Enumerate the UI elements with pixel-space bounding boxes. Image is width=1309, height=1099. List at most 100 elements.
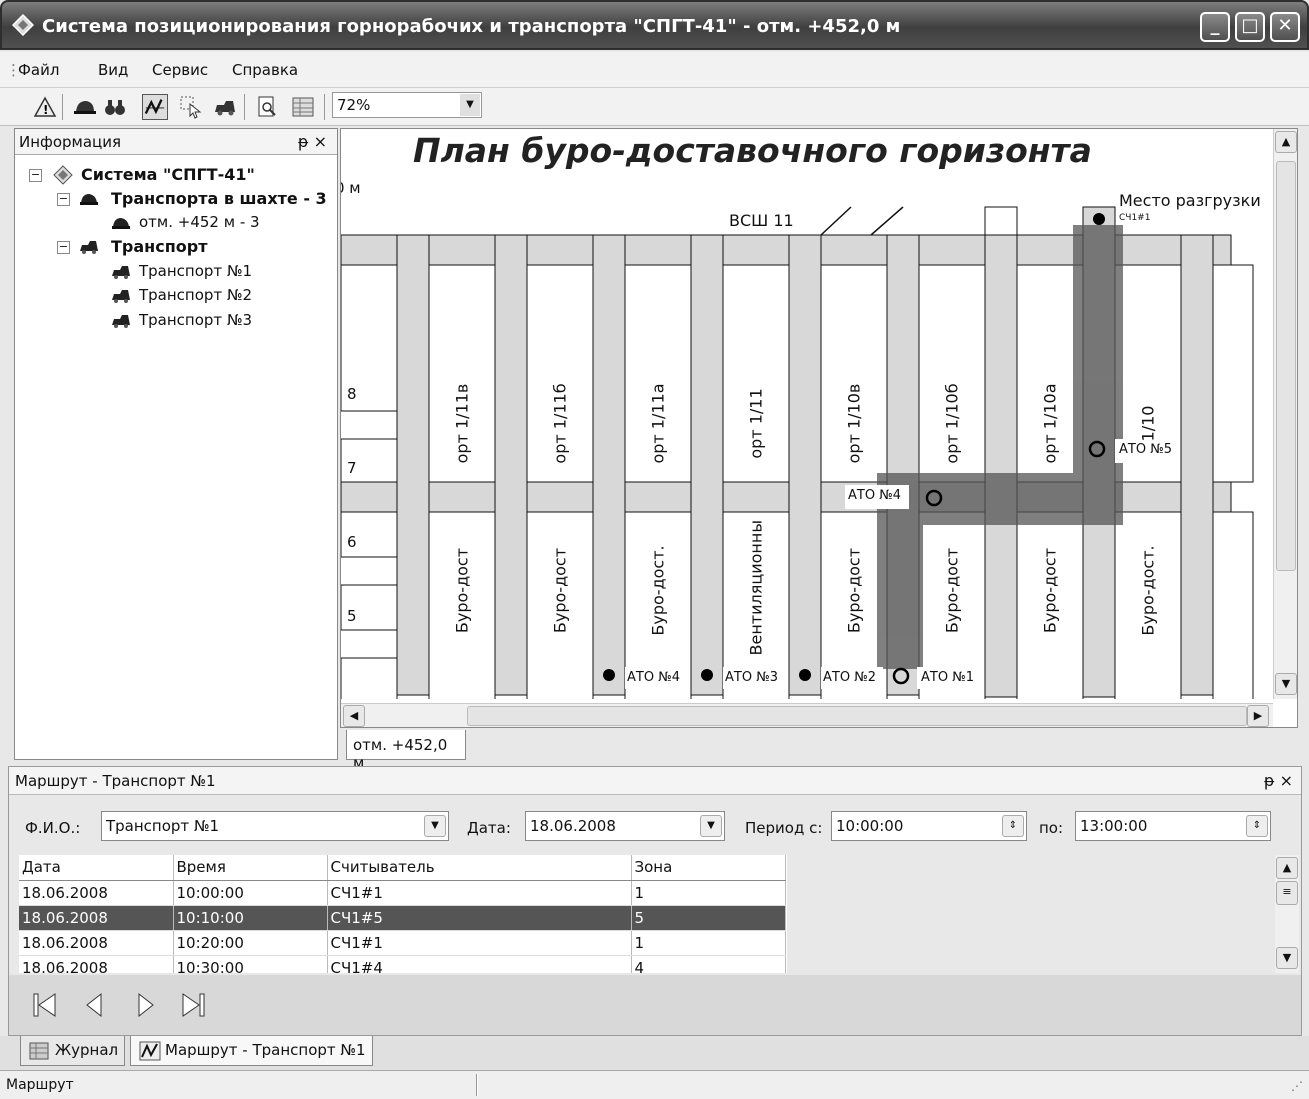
date-picker[interactable]: 18.06.2008 ▼ — [525, 811, 725, 841]
maximize-button[interactable]: □ — [1235, 12, 1265, 42]
table-row[interactable]: 18.06.2008 10:30:00 СЧ1#4 4 — [19, 955, 786, 973]
drift-label: 1/10 — [1138, 405, 1158, 442]
map-horizontal-scrollbar[interactable]: ◀ ▶ — [341, 703, 1273, 727]
app-diamond-icon — [12, 14, 34, 36]
tree-transport-in-mine[interactable]: Транспорта в шахте - 3 — [111, 189, 327, 208]
ato-label[interactable]: АТО №4 — [848, 488, 901, 503]
cell-date: 18.06.2008 — [19, 905, 174, 931]
chevron-down-icon[interactable]: ▼ — [424, 815, 446, 837]
collapse-toggle[interactable]: − — [57, 193, 70, 206]
chevron-down-icon[interactable]: ▼ — [700, 815, 722, 837]
column-header-date[interactable]: Дата — [19, 855, 174, 881]
close-button[interactable]: ✕ — [1270, 12, 1300, 42]
warning-icon[interactable]: ! — [32, 94, 58, 120]
cell-zone: 5 — [631, 905, 786, 931]
vehicle-icon — [112, 266, 130, 279]
first-record-icon[interactable] — [31, 991, 59, 1019]
ato-label[interactable]: АТО №5 — [1119, 442, 1172, 457]
reader-marker[interactable] — [1093, 213, 1105, 225]
menu-service[interactable]: Сервис — [152, 61, 208, 79]
collapse-toggle[interactable]: − — [29, 169, 42, 182]
print-preview-icon[interactable] — [254, 94, 280, 120]
scroll-thumb[interactable] — [1276, 161, 1296, 571]
resize-grip-icon[interactable]: ⋰ — [1291, 1079, 1303, 1093]
vehicle-icon[interactable] — [212, 94, 238, 120]
next-record-icon[interactable] — [131, 991, 159, 1019]
drift-label: Вентиляционны — [746, 520, 766, 656]
scroll-thumb[interactable] — [467, 706, 1247, 726]
binoculars-icon[interactable] — [102, 94, 128, 120]
table-row[interactable]: 18.06.2008 10:00:00 СЧ1#1 1 — [19, 880, 786, 906]
fio-value: Транспорт №1 — [106, 817, 220, 835]
ato-label[interactable]: АТО №3 — [725, 670, 778, 685]
menu-file[interactable]: Файл — [18, 61, 59, 79]
tree-level[interactable]: отм. +452 м - 3 — [139, 213, 260, 231]
zoom-value: 72% — [337, 96, 371, 114]
tree-transport-item[interactable]: Транспорт №1 — [139, 262, 252, 280]
table-icon[interactable] — [290, 94, 316, 120]
tab-route[interactable]: Маршрут - Транспорт №1 — [130, 1036, 373, 1066]
ato-label[interactable]: АТО №4 — [627, 670, 680, 685]
table-row-selected[interactable]: 18.06.2008 10:10:00 СЧ1#5 5 — [19, 905, 786, 931]
pin-close-icon[interactable]: ᵽ × — [298, 132, 327, 151]
route-icon[interactable] — [142, 94, 168, 120]
tab-journal[interactable]: Журнал — [20, 1036, 126, 1066]
drift-label: Буро-дост — [844, 547, 864, 634]
table-row[interactable]: 18.06.2008 10:20:00 СЧ1#1 1 — [19, 930, 786, 956]
minimize-button[interactable]: _ — [1200, 12, 1230, 42]
column-header-time[interactable]: Время — [173, 855, 328, 881]
chevron-down-icon[interactable]: ▼ — [460, 94, 480, 116]
scroll-up-icon[interactable]: ▲ — [1275, 131, 1297, 153]
toolbar-separator — [62, 94, 63, 120]
tab-journal-label: Журнал — [55, 1041, 119, 1059]
scale-label: 0 м — [341, 179, 361, 197]
scroll-up-icon[interactable]: ▲ — [1276, 857, 1298, 879]
map-view[interactable]: План буро-доставочного горизонта 0 м Мес… — [340, 128, 1298, 728]
scroll-right-icon[interactable]: ▶ — [1247, 705, 1269, 727]
drift-label: орт 1/11б — [550, 383, 570, 464]
menu-help[interactable]: Справка — [232, 61, 298, 79]
scroll-down-icon[interactable]: ▼ — [1276, 947, 1298, 969]
date-value: 18.06.2008 — [530, 817, 616, 835]
ato-label[interactable]: АТО №1 — [921, 670, 974, 685]
sheet-tab[interactable]: отм. +452,0 м — [346, 730, 466, 772]
map-title: План буро-доставочного горизонта — [413, 131, 1092, 170]
last-record-icon[interactable] — [179, 991, 207, 1019]
helmet-icon[interactable] — [72, 94, 98, 120]
scroll-left-icon[interactable]: ◀ — [343, 705, 365, 727]
zone-number: 6 — [347, 533, 357, 551]
map-vertical-scrollbar[interactable]: ▲ ▼ — [1273, 129, 1297, 699]
tree-root[interactable]: Система "СПГТ-41" — [81, 165, 255, 184]
period-to-input[interactable]: 13:00:00 ⇕ — [1075, 811, 1271, 841]
fio-select[interactable]: Транспорт №1 ▼ — [101, 811, 449, 841]
spinner-icon[interactable]: ⇕ — [1002, 815, 1024, 837]
drift-label: орт 1/10а — [1040, 383, 1060, 464]
pin-close-icon[interactable]: ᵽ × — [1264, 771, 1293, 790]
collapse-toggle[interactable]: − — [57, 241, 70, 254]
drift-label: орт 1/11в — [452, 383, 472, 464]
info-panel-header: Информация ᵽ × — [15, 129, 337, 155]
column-header-reader[interactable]: Считыватель — [327, 855, 632, 881]
tree-transport-item[interactable]: Транспорт №3 — [139, 311, 252, 329]
period-from-input[interactable]: 10:00:00 ⇕ — [831, 811, 1027, 841]
prev-record-icon[interactable] — [81, 991, 109, 1019]
vehicle-icon — [112, 290, 130, 303]
menu-view[interactable]: Вид — [98, 61, 128, 79]
zoom-select[interactable]: 72% ▼ — [332, 92, 482, 118]
tree-transport[interactable]: Транспорт — [111, 237, 207, 256]
scroll-thumb[interactable]: ≡ — [1276, 881, 1298, 905]
table-scrollbar[interactable]: ▲ ≡ ▼ — [1275, 855, 1299, 973]
ato-label[interactable]: АТО №2 — [823, 670, 876, 685]
scroll-down-icon[interactable]: ▼ — [1275, 673, 1297, 695]
date-label: Дата: — [467, 819, 511, 837]
select-pointer-icon[interactable] — [178, 94, 204, 120]
map-canvas[interactable]: План буро-доставочного горизонта 0 м Мес… — [341, 129, 1273, 699]
status-divider — [476, 1074, 478, 1096]
fio-label: Ф.И.О.: — [25, 819, 81, 837]
vsh-label: ВСШ 11 — [729, 211, 794, 230]
drift-label: Буро-дост — [550, 547, 570, 634]
tree-transport-item[interactable]: Транспорт №2 — [139, 286, 252, 304]
table-header-row: Дата Время Считыватель Зона — [19, 855, 786, 881]
column-header-zone[interactable]: Зона — [631, 855, 786, 881]
spinner-icon[interactable]: ⇕ — [1246, 815, 1268, 837]
